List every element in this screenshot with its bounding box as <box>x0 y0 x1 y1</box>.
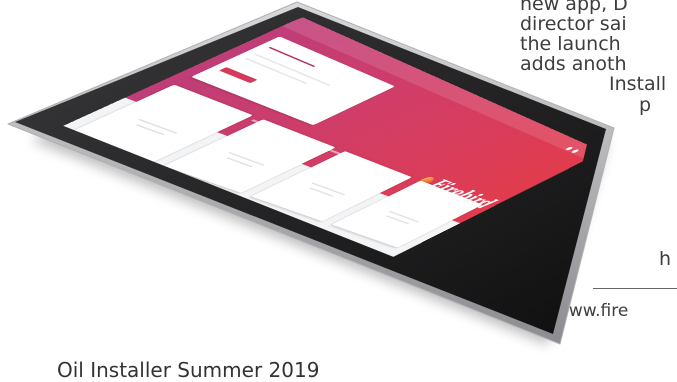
hero-card-heading <box>268 46 316 67</box>
hero-card-button <box>218 67 258 84</box>
hero-card-text <box>253 53 331 86</box>
